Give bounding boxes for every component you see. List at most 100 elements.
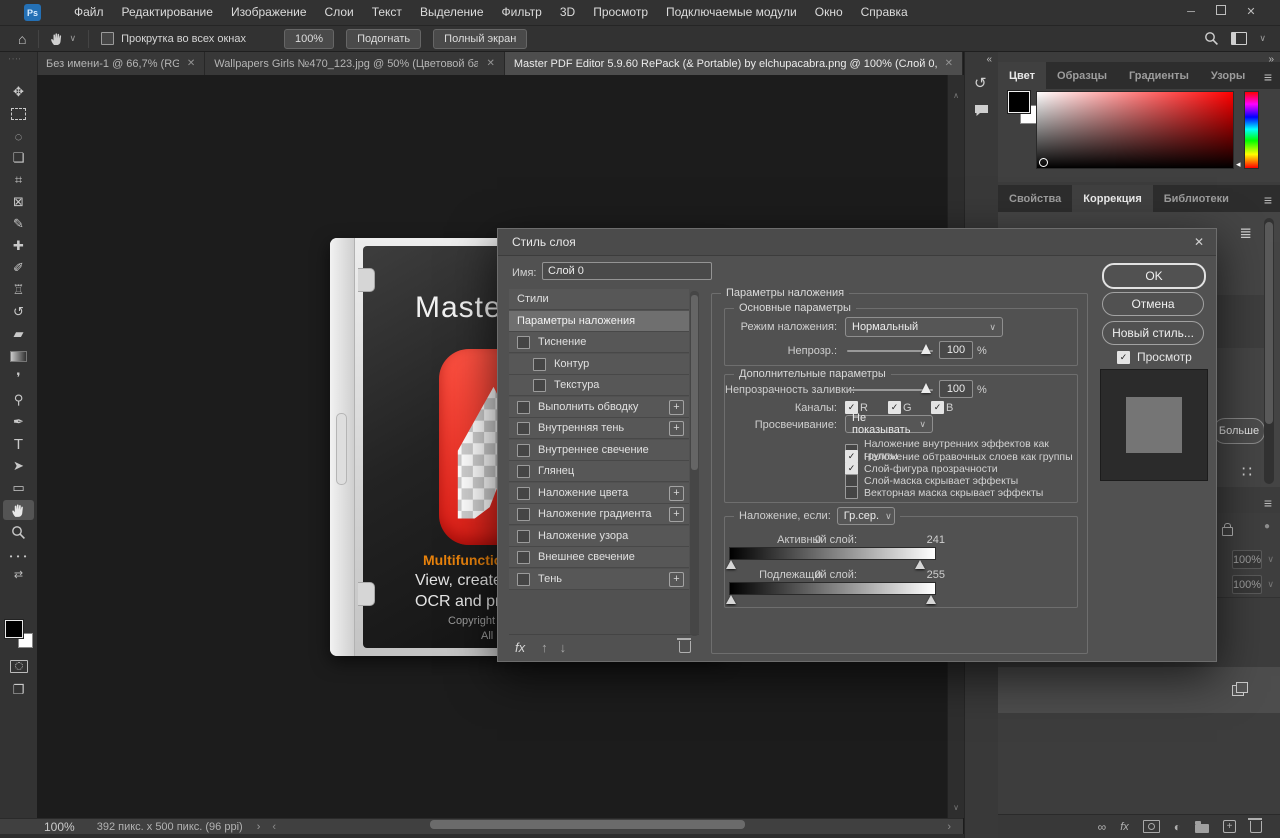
style-item-pattern-overlay[interactable]: ✓ Наложение узора [509,526,689,547]
dodge-tool[interactable]: ⚲ [3,390,34,410]
menu-view[interactable]: Просмотр [584,0,657,25]
style-checkbox[interactable]: ✓ [517,336,530,349]
hand-tool-icon[interactable] [49,31,65,47]
layer-style-fx-icon[interactable]: fx [1120,821,1129,833]
quick-mask-button[interactable] [3,656,34,676]
scroll-up-icon[interactable]: ∧ [948,91,964,100]
menu-edit[interactable]: Редактирование [113,0,222,25]
hscroll-left-arrow-icon[interactable]: ‹ [272,821,276,833]
style-item-blending-options[interactable]: Параметры наложения [509,311,689,332]
object-selection-tool[interactable]: ❏ [3,148,34,168]
style-checkbox[interactable]: ✓ [533,379,546,392]
full-screen-button[interactable]: Полный экран [433,29,527,49]
document-tab-2[interactable]: Wallpapers Girls №470_123.jpg @ 50% (Цве… [205,52,504,75]
dialog-title-bar[interactable]: Стиль слоя ✕ [498,229,1216,256]
menu-plugins[interactable]: Подключаемые модули [657,0,806,25]
menu-type[interactable]: Текст [363,0,411,25]
style-item-inner-shadow[interactable]: ✓ Внутренняя тень + [509,418,689,439]
add-effect-button[interactable]: + [669,572,684,587]
toolbar-grip[interactable]: '''' [9,58,22,65]
move-tool[interactable]: ✥ [3,82,34,102]
hand-tool-dropdown-icon[interactable]: ∨ [69,33,76,44]
this-layer-gradient-bar[interactable] [729,547,936,560]
style-item-bevel-emboss[interactable]: ✓ Тиснение [509,332,689,353]
opacity-slider-thumb[interactable] [921,344,931,354]
adjustment-layer-icon[interactable]: ◐ [1174,820,1181,834]
style-checkbox[interactable]: ✓ [517,465,530,478]
clone-stamp-tool[interactable]: ♖ [3,280,34,300]
screen-mode-button[interactable]: ❐ [3,680,34,700]
underlying-white-marker[interactable] [926,595,936,604]
ok-button[interactable]: OK [1102,263,1206,289]
menu-help[interactable]: Справка [852,0,917,25]
menu-window[interactable]: Окно [806,0,852,25]
fill-chevron-icon[interactable]: ∨ [1267,579,1274,590]
collapse-panels-icon[interactable]: « [986,54,992,65]
style-checkbox[interactable]: ✓ [517,573,530,586]
tab-color[interactable]: Цвет [998,62,1046,89]
preview-checkbox[interactable]: ✓ [1117,351,1130,364]
style-checkbox[interactable]: ✓ [517,530,530,543]
eyedropper-tool[interactable]: ✎ [3,214,34,234]
hscroll-right-arrow-icon[interactable]: › [947,821,951,833]
document-tab-1[interactable]: Без имени-1 @ 66,7% (RGB... ✕ [37,52,204,75]
style-item-stroke[interactable]: ✓ Выполнить обводку + [509,397,689,418]
document-tab-3-active[interactable]: Master PDF Editor 5.9.60 RePack (& Porta… [505,52,962,75]
style-checkbox[interactable]: ✓ [517,487,530,500]
crop-tool[interactable]: ⌗ [3,170,34,190]
eraser-tool[interactable]: ▰ [3,324,34,344]
style-item-texture[interactable]: ✓ Текстура [509,375,689,396]
home-icon[interactable]: ⌂ [18,31,26,47]
layers-opacity-value[interactable]: 100% [1232,550,1262,569]
swap-colors-icon[interactable]: ⇄ [3,564,34,584]
add-effect-button[interactable]: + [669,486,684,501]
type-tool[interactable]: T [3,434,34,454]
style-checkbox[interactable]: ✓ [533,358,546,371]
style-checkbox[interactable]: ✓ [517,508,530,521]
workspace-switcher-icon[interactable] [1231,32,1247,45]
color-field-marker[interactable] [1039,158,1048,167]
add-effect-button[interactable]: + [669,507,684,522]
pen-tool[interactable]: ✒ [3,412,34,432]
link-layers-icon[interactable]: ∞ [1098,820,1107,834]
fit-screen-button[interactable]: Подогнать [346,29,421,49]
canvas-horizontal-scrollbar[interactable] [430,820,745,829]
menu-select[interactable]: Выделение [411,0,493,25]
foreground-color-swatch[interactable] [5,620,23,638]
scroll-all-windows-checkbox[interactable]: ✓ [101,32,114,45]
list-view-icon[interactable]: ≣ [1239,224,1252,242]
knockout-dropdown[interactable]: Не показывать∨ [845,415,933,433]
foreground-background-colors[interactable] [5,620,33,648]
lock-icon[interactable] [1222,527,1233,536]
menu-image[interactable]: Изображение [222,0,316,25]
maximize-button[interactable] [1206,0,1236,25]
style-checkbox[interactable]: ✓ [517,551,530,564]
blend-mode-dropdown[interactable]: Нормальный∨ [845,317,1003,337]
layer-name-input[interactable] [542,262,712,280]
tab-swatches[interactable]: Образцы [1046,62,1118,89]
dialog-close-icon[interactable]: ✕ [1194,235,1204,249]
move-effect-down-icon[interactable]: ↓ [560,640,567,655]
opacity-value[interactable]: 100 [939,341,973,359]
zoom-level[interactable]: 100% [44,820,75,834]
delete-layer-trash-icon[interactable] [1250,821,1262,833]
hand-tool-selected[interactable] [3,500,34,520]
this-layer-black-marker[interactable] [726,560,736,569]
scroll-down-icon[interactable]: ∨ [948,803,964,812]
menu-3d[interactable]: 3D [551,0,584,25]
tab-libraries[interactable]: Библиотеки [1153,185,1240,212]
fill-opacity-slider-thumb[interactable] [921,383,931,393]
lasso-tool[interactable]: ◌ [3,126,34,146]
color-panel-menu-icon[interactable]: ≡ [1264,69,1272,85]
add-effect-button[interactable]: + [669,421,684,436]
add-mask-icon[interactable] [1143,820,1160,833]
rectangle-tool[interactable]: ▭ [3,478,34,498]
gradient-tool[interactable] [3,346,34,366]
style-item-drop-shadow[interactable]: ✓ Тень + [509,569,689,590]
style-item-satin[interactable]: ✓ Глянец [509,461,689,482]
search-icon[interactable] [1204,31,1219,46]
workspace-chevron-icon[interactable]: ∨ [1259,33,1266,44]
history-panel-icon[interactable]: ↺ [974,74,987,92]
styles-list-header[interactable]: Стили [509,289,689,310]
close-window-button[interactable]: ✕ [1236,0,1266,25]
